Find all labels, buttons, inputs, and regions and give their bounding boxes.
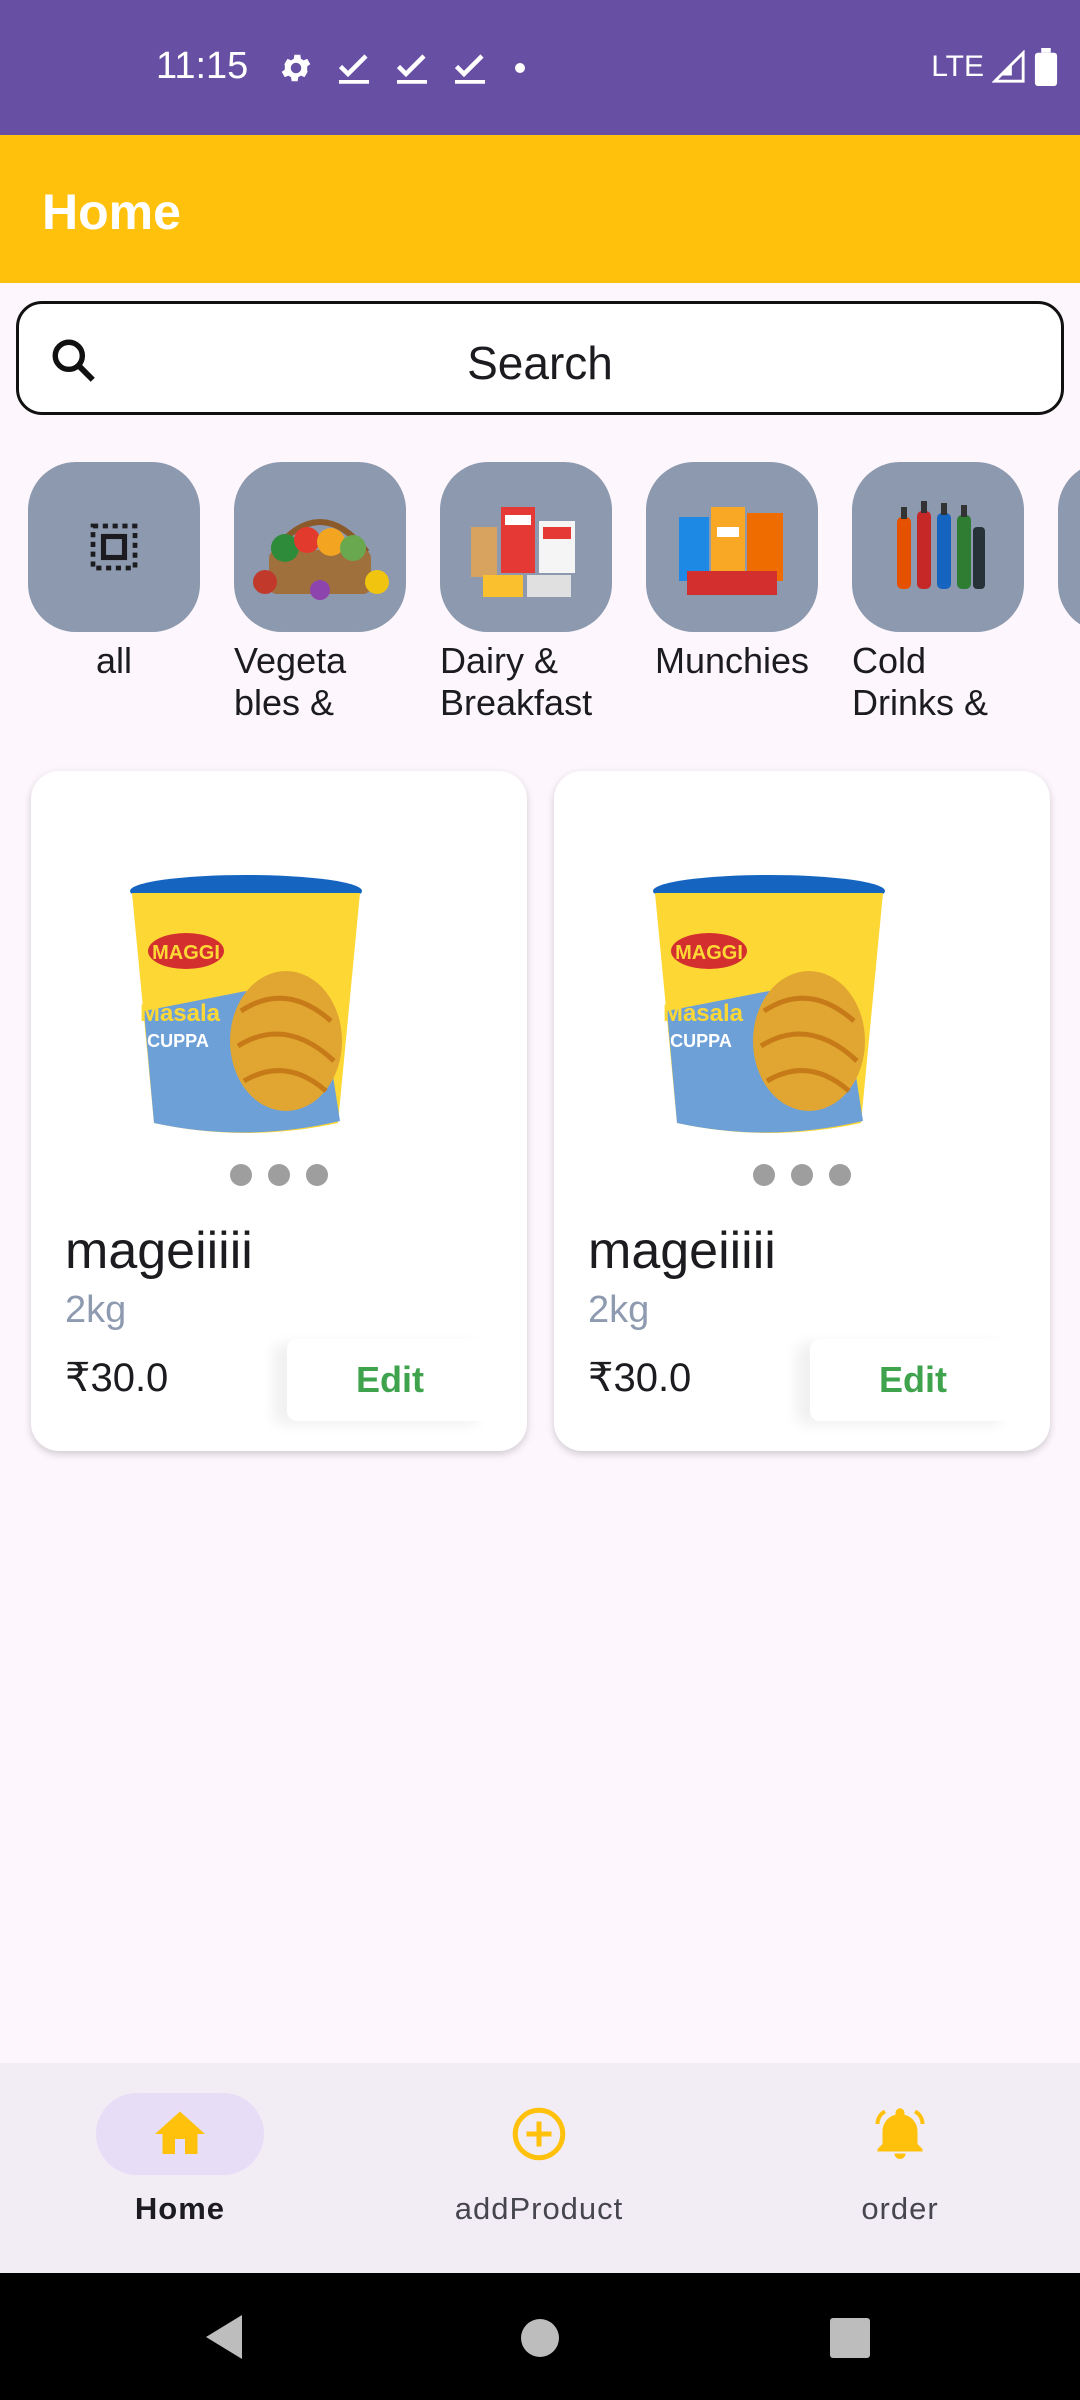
pager-dot[interactable] <box>829 1164 851 1186</box>
pager-dot[interactable] <box>268 1164 290 1186</box>
product-name: mageiiiii <box>65 1222 253 1280</box>
nav-indicator[interactable] <box>455 2093 623 2175</box>
edit-button[interactable]: Edit <box>287 1339 493 1421</box>
network-label: LTE <box>931 50 984 83</box>
search-bar[interactable]: Search <box>16 301 1064 415</box>
product-name: mageiiiii <box>588 1222 776 1280</box>
status-time: 11:15 <box>156 45 249 87</box>
category-image[interactable] <box>1058 462 1080 632</box>
dairy-image[interactable] <box>440 462 612 632</box>
system-navigation-bar <box>0 2273 1080 2400</box>
svg-text:MAGGI: MAGGI <box>675 942 743 964</box>
home-icon <box>155 2111 205 2154</box>
cold-drinks-graphic <box>897 501 985 589</box>
maggi-cup-image: MAGGI Masala CUPPA <box>130 875 362 1133</box>
category-dairy[interactable]: Dairy & Breakfast <box>440 462 612 724</box>
nav-label: addProduct <box>454 2191 624 2226</box>
status-icons <box>278 48 530 88</box>
nav-indicator[interactable] <box>96 2093 264 2175</box>
nav-indicator[interactable] <box>816 2093 984 2175</box>
back-icon[interactable] <box>202 2313 246 2361</box>
svg-text:CUPPA: CUPPA <box>670 1031 732 1051</box>
select-all-icon <box>90 523 138 571</box>
page-title: Home <box>42 184 181 240</box>
category-vegetables[interactable]: Vegeta bles & Fr... <box>234 462 406 732</box>
vegetables-image[interactable] <box>234 462 406 632</box>
category-partial[interactable] <box>1058 462 1080 632</box>
recents-icon[interactable] <box>829 2317 871 2359</box>
product-quantity: 2kg <box>588 1289 650 1331</box>
category-label: all <box>95 640 133 681</box>
nav-item-home[interactable]: Home <box>50 2093 310 2227</box>
pager-dot[interactable] <box>306 1164 328 1186</box>
svg-text:MAGGI: MAGGI <box>152 942 220 964</box>
dot-icon <box>515 63 525 73</box>
gear-icon <box>281 54 311 82</box>
category-list[interactable]: all Vegeta bles & Fr... <box>28 462 1080 732</box>
add-circle-icon <box>512 2107 566 2161</box>
dairy-products-graphic <box>471 507 575 597</box>
category-cold-drinks[interactable]: Cold Drinks & ... <box>852 462 1024 732</box>
munchies-image[interactable] <box>646 462 818 632</box>
product-card[interactable]: MAGGI Masala CUPPA mageiiiii 2kg ₹30.0 E… <box>554 771 1050 1451</box>
svg-text:Masala: Masala <box>140 1000 221 1027</box>
category-all[interactable]: all <box>28 462 200 682</box>
category-image[interactable] <box>28 462 200 632</box>
vegetables-basket-graphic <box>253 519 389 600</box>
pager-dot[interactable] <box>230 1164 252 1186</box>
category-label: Munchies <box>654 640 810 681</box>
bell-icon <box>875 2108 925 2159</box>
image-pager-dots[interactable] <box>31 1164 527 1186</box>
product-price: ₹30.0 <box>65 1356 169 1400</box>
app-bar: Home <box>0 135 1080 283</box>
munchies-graphic <box>679 507 783 595</box>
home-button-icon[interactable] <box>519 2317 561 2359</box>
svg-text:CUPPA: CUPPA <box>147 1031 209 1051</box>
nav-item-add-product[interactable]: addProduct <box>409 2093 669 2227</box>
category-label: Dairy & Breakfast <box>440 640 593 723</box>
edit-button[interactable]: Edit <box>810 1339 1016 1421</box>
pager-dot[interactable] <box>791 1164 813 1186</box>
check-icon <box>454 54 485 84</box>
category-label: Vegeta bles & Fr... <box>234 640 347 732</box>
battery-icon <box>1034 48 1058 86</box>
category-munchies[interactable]: Munchies <box>646 462 818 682</box>
search-input[interactable]: Search <box>19 336 1061 390</box>
pager-dot[interactable] <box>753 1164 775 1186</box>
nav-label: Home <box>134 2191 226 2226</box>
svg-text:Masala: Masala <box>663 1000 744 1027</box>
signal-icon <box>992 50 1025 83</box>
status-bar: 11:15 LTE <box>0 0 1080 135</box>
status-right: LTE <box>931 48 1058 86</box>
category-label: Cold Drinks & ... <box>852 640 989 732</box>
product-price: ₹30.0 <box>588 1356 692 1400</box>
product-card[interactable]: MAGGI Masala CUPPA mageiiiii 2kg ₹30.0 E… <box>31 771 527 1451</box>
check-icon <box>396 54 427 84</box>
bottom-navigation: Home addProduct order <box>0 2063 1080 2273</box>
nav-item-order[interactable]: order <box>770 2093 1030 2227</box>
maggi-cup-image: MAGGI Masala CUPPA <box>653 875 885 1133</box>
check-icon <box>338 54 369 84</box>
cold-drinks-image[interactable] <box>852 462 1024 632</box>
image-pager-dots[interactable] <box>554 1164 1050 1186</box>
nav-label: order <box>861 2191 939 2226</box>
product-quantity: 2kg <box>65 1289 127 1331</box>
